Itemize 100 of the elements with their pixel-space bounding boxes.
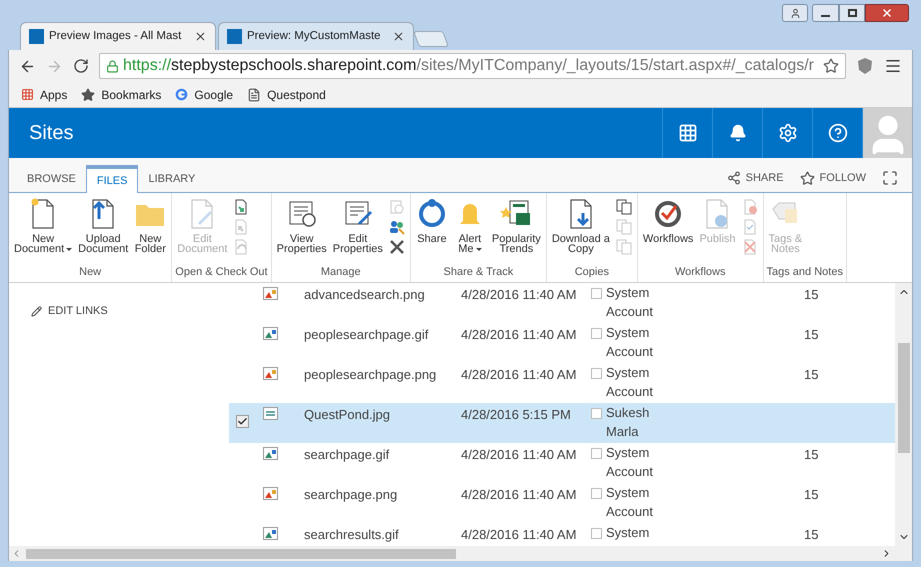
- status-checkbox[interactable]: [591, 288, 602, 299]
- tab-title: Preview Images - All Mast: [49, 28, 182, 44]
- status-checkbox[interactable]: [591, 488, 602, 499]
- reload-icon[interactable]: [73, 58, 89, 74]
- ribbon-button[interactable]: Upload Document: [76, 197, 130, 264]
- file-name-link[interactable]: advancedsearch.png: [304, 285, 461, 304]
- modified-date: 4/28/2016 11:40 AM: [461, 486, 578, 504]
- star-icon: [800, 170, 815, 186]
- status-checkbox[interactable]: [591, 368, 602, 379]
- scrollbar-thumb[interactable]: [26, 548, 456, 558]
- modified-date: 4/28/2016 11:40 AM: [461, 326, 578, 344]
- version-number: 15: [804, 326, 818, 344]
- modified-date: 4/28/2016 5:15 PM: [461, 406, 572, 424]
- version-number: 15: [804, 486, 818, 504]
- close-icon[interactable]: [392, 30, 405, 43]
- ribbon-button[interactable]: View Properties: [274, 197, 329, 264]
- people-icon[interactable]: [388, 219, 405, 235]
- ribbon-group-label: Open & Check Out: [175, 264, 268, 280]
- menu-icon[interactable]: [884, 57, 902, 75]
- list-row[interactable]: peoplesearchpage.gif 4/28/2016 11:40 AM System Account 15: [229, 323, 895, 363]
- version-number: 15: [804, 526, 818, 544]
- modified-by-text: System Account: [606, 444, 654, 481]
- list-row[interactable]: searchpage.gif 4/28/2016 11:40 AM System Account 15: [229, 443, 895, 483]
- image-file-icon: [263, 487, 278, 500]
- scrollbar-thumb[interactable]: [898, 343, 910, 453]
- vertical-scrollbar[interactable]: [895, 283, 912, 546]
- check-in-icon[interactable]: [233, 199, 250, 215]
- ribbon-button[interactable]: New Document: [12, 197, 74, 264]
- shield-extension-icon[interactable]: [856, 57, 874, 75]
- minimize-button[interactable]: [812, 4, 839, 22]
- apps-grid-icon: [21, 88, 34, 101]
- bookmark-star-icon[interactable]: [823, 58, 839, 74]
- ribbon-button[interactable]: Edit Properties: [330, 197, 385, 264]
- list-row[interactable]: searchresults.gif 4/28/2016 11:40 AM System 15: [229, 523, 895, 546]
- app-launcher-icon[interactable]: [678, 123, 698, 143]
- ribbon-button[interactable]: Share: [414, 197, 450, 264]
- edit-links-link[interactable]: EDIT LINKS: [31, 303, 229, 320]
- bookmark-item[interactable]: Bookmarks: [81, 86, 162, 104]
- status-checkbox[interactable]: [591, 328, 602, 339]
- version-number: 15: [804, 366, 818, 384]
- ribbon-group-label: Workflows: [674, 264, 726, 280]
- browser-tab[interactable]: Preview: MyCustomMaste: [218, 22, 414, 50]
- delete-icon[interactable]: [388, 239, 405, 255]
- close-icon: [881, 7, 893, 19]
- tab-title: Preview: MyCustomMaste: [247, 28, 382, 44]
- copy-icon[interactable]: [616, 199, 632, 215]
- status-checkbox[interactable]: [591, 448, 602, 459]
- list-row[interactable]: searchpage.png 4/28/2016 11:40 AM System Account 15: [229, 483, 895, 523]
- ribbon-tab[interactable]: FILES: [86, 165, 138, 193]
- profile-button[interactable]: [782, 4, 808, 22]
- ribbon-button[interactable]: Download a Copy: [550, 197, 612, 264]
- bookmark-item[interactable]: Google: [175, 86, 234, 104]
- ribbon-group-label: Copies: [574, 264, 610, 280]
- ribbon-group-label: Manage: [320, 264, 362, 280]
- help-icon[interactable]: [828, 123, 848, 143]
- ribbon-tab[interactable]: LIBRARY: [138, 165, 206, 193]
- list-row[interactable]: advancedsearch.png 4/28/2016 11:40 AM System Account 15: [229, 283, 895, 323]
- file-name-link[interactable]: QuestPond.jpg: [304, 405, 461, 424]
- close-icon[interactable]: [194, 30, 207, 43]
- status-checkbox[interactable]: [591, 528, 602, 539]
- horizontal-scrollbar[interactable]: [9, 546, 912, 561]
- row-checkbox[interactable]: [236, 415, 248, 428]
- image-file-icon: [263, 407, 278, 420]
- ribbon-button[interactable]: Popularity Trends: [490, 197, 543, 264]
- image-file-icon: [263, 287, 278, 300]
- version-number: 15: [804, 286, 818, 304]
- focus-icon[interactable]: [882, 170, 898, 186]
- ribbon-button[interactable]: Alert Me: [452, 197, 488, 264]
- file-name-link[interactable]: searchpage.gif: [304, 445, 461, 464]
- ribbon-group-label: Tags and Notes: [766, 264, 843, 280]
- file-name-link[interactable]: peoplesearchpage.png: [304, 365, 461, 384]
- status-checkbox[interactable]: [591, 408, 602, 419]
- browser-tab[interactable]: Preview Images - All Mast: [20, 22, 216, 50]
- person-icon: [790, 8, 800, 18]
- bookmark-item[interactable]: Questpond: [247, 86, 326, 104]
- ribbon-button[interactable]: New Folder: [132, 197, 168, 264]
- file-name-link[interactable]: searchpage.png: [304, 485, 461, 504]
- ribbon-group-label: New: [78, 264, 102, 280]
- address-field[interactable]: https://stepbystepschools.sharepoint.com/sites/MyITCompany/_layouts/15/start.aspx#/_catalogs/r: [99, 53, 846, 79]
- modified-date: 4/28/2016 11:40 AM: [461, 446, 578, 464]
- modified-by-text: Sukesh Marla: [606, 404, 650, 441]
- notifications-icon[interactable]: [728, 124, 746, 142]
- share-link[interactable]: SHARE: [726, 170, 784, 186]
- list-row[interactable]: peoplesearchpage.png 4/28/2016 11:40 AM System Account 15: [229, 363, 895, 403]
- lock-icon: [106, 60, 119, 72]
- maximize-button[interactable]: [839, 4, 865, 22]
- follow-link[interactable]: FOLLOW: [800, 170, 866, 186]
- image-file-icon: [263, 447, 278, 460]
- image-file-icon: [263, 367, 278, 380]
- file-name-link[interactable]: peoplesearchpage.gif: [304, 325, 461, 344]
- settings-icon[interactable]: [778, 123, 798, 143]
- bookmark-item[interactable]: Apps: [21, 86, 68, 104]
- ribbon-tab[interactable]: BROWSE: [17, 165, 86, 193]
- sites-title[interactable]: Sites: [9, 118, 662, 148]
- ribbon-button[interactable]: Workflows: [640, 197, 696, 264]
- image-file-icon: [263, 527, 278, 540]
- modified-date: 4/28/2016 11:40 AM: [461, 286, 578, 304]
- close-window-button[interactable]: [865, 4, 909, 22]
- file-name-link[interactable]: searchresults.gif: [304, 525, 461, 544]
- new-tab-button[interactable]: [413, 31, 449, 47]
